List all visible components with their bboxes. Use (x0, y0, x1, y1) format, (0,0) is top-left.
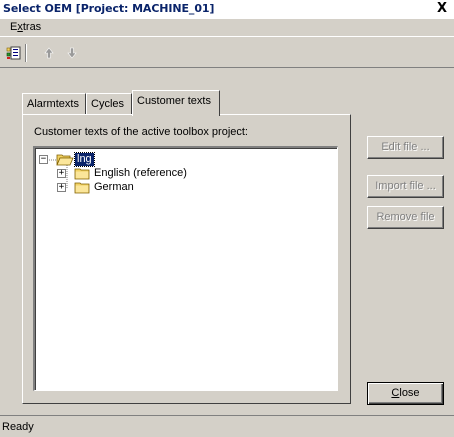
close-button[interactable]: Close (367, 382, 444, 405)
remove-file-button[interactable]: Remove file (367, 206, 444, 229)
import-file-button[interactable]: Import file ... (367, 175, 444, 198)
panel-label: Customer texts of the active toolbox pro… (34, 126, 248, 138)
menu-bar: Extras (0, 19, 454, 36)
expand-icon[interactable]: + (57, 169, 66, 178)
expand-icon[interactable]: + (57, 183, 66, 192)
arrow-down-icon[interactable] (64, 45, 80, 61)
tree-node-english-label: English (reference) (94, 167, 187, 179)
tree-view[interactable]: − lng + English (reference) + German (33, 146, 338, 391)
folder-icon (74, 181, 90, 194)
tree-node-german[interactable]: + German (57, 181, 257, 195)
toolbar-separator (25, 44, 27, 62)
status-bar: Ready (0, 415, 454, 437)
tab-customer-texts-label: Customer texts (137, 95, 211, 107)
close-label-suffix: lose (399, 387, 420, 399)
close-icon[interactable]: X (435, 1, 449, 16)
status-text: Ready (2, 421, 34, 433)
tab-alarmtexts[interactable]: Alarmtexts (22, 93, 86, 115)
tab-cycles[interactable]: Cycles (86, 93, 132, 115)
tree-node-root-label: lng (74, 152, 95, 167)
arrow-up-icon[interactable] (41, 45, 57, 61)
tab-alarmtexts-label: Alarmtexts (27, 98, 79, 110)
toolbar (0, 36, 454, 68)
list-icon[interactable] (6, 45, 22, 61)
tab-panel: Customer texts of the active toolbox pro… (22, 114, 351, 404)
menu-extras-label-suffix: tras (22, 21, 42, 33)
tab-cycles-label: Cycles (91, 98, 125, 110)
open-folder-icon (56, 153, 74, 166)
tab-customer-texts[interactable]: Customer texts (132, 90, 220, 116)
tree-node-german-label: German (94, 181, 134, 193)
edit-file-button[interactable]: Edit file ... (367, 136, 444, 159)
collapse-icon[interactable]: − (39, 155, 48, 164)
tree-node-root[interactable]: − lng (39, 152, 239, 167)
title-bar: Select OEM [Project: MACHINE_01] X (0, 0, 454, 19)
menu-extras[interactable]: Extras (10, 21, 41, 33)
tree-node-english[interactable]: + English (reference) (57, 167, 257, 181)
window-title: Select OEM [Project: MACHINE_01] (3, 2, 215, 15)
folder-icon (74, 167, 90, 180)
